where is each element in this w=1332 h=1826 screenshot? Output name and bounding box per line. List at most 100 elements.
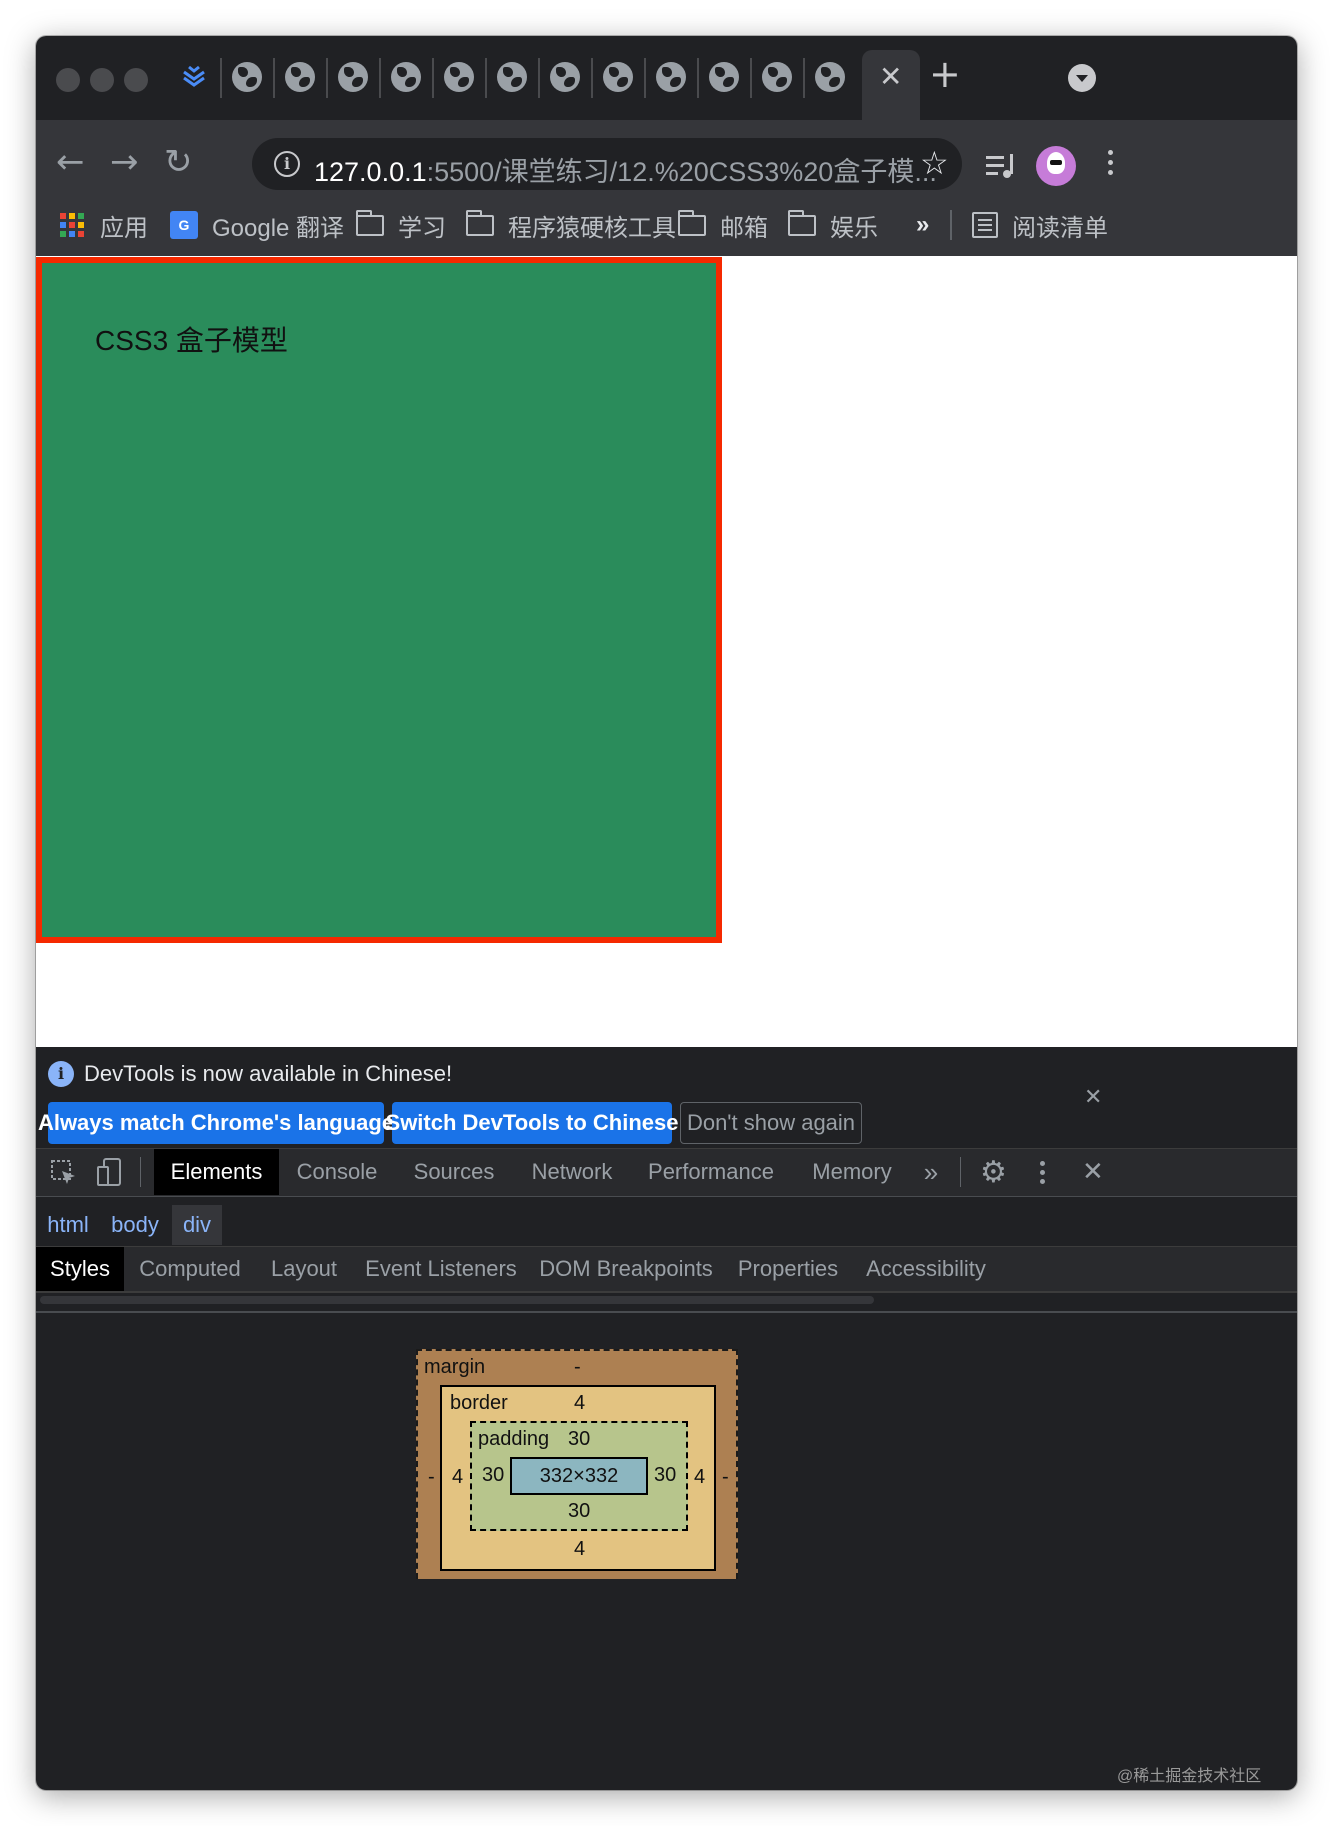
close-devtools-icon[interactable]: ✕ <box>1082 1157 1104 1187</box>
bookmark-label: 学习 <box>398 214 446 242</box>
tab-separator <box>379 58 381 98</box>
bookmark-folder-mail[interactable]: 邮箱 <box>678 208 768 242</box>
globe-icon[interactable] <box>285 62 315 92</box>
globe-icon[interactable] <box>497 62 527 92</box>
new-tab-icon[interactable]: + <box>929 52 961 96</box>
tab-dom-breakpoints[interactable]: DOM Breakpoints <box>530 1247 722 1291</box>
padding-right-value[interactable]: 30 <box>654 1463 676 1487</box>
tab-memory[interactable]: Memory <box>793 1149 911 1195</box>
breadcrumb-body[interactable]: body <box>102 1205 168 1245</box>
close-icon[interactable]: ✕ <box>1084 1085 1102 1110</box>
zoom-window-button[interactable] <box>124 68 148 92</box>
bookmarks-overflow-button[interactable]: » <box>916 208 929 242</box>
url-text[interactable]: 127.0.0.1:5500/课堂练习/12.%20CSS3%20盒子模... <box>314 150 937 189</box>
globe-icon[interactable] <box>709 62 739 92</box>
tab-layout[interactable]: Layout <box>256 1247 352 1291</box>
forward-icon[interactable]: → <box>110 142 139 182</box>
tab-separator <box>485 58 487 98</box>
toolbar-divider <box>140 1157 141 1187</box>
box-model-border[interactable]: border 4 4 4 4 padding 30 30 30 30 332×3… <box>440 1385 716 1571</box>
box-model-padding[interactable]: padding 30 30 30 30 332×332 <box>470 1421 688 1531</box>
bookmark-folder-study[interactable]: 学习 <box>356 208 446 242</box>
padding-bottom-value[interactable]: 30 <box>568 1499 590 1523</box>
tab-search-icon[interactable] <box>1068 64 1096 92</box>
infobar-message: DevTools is now available in Chinese! <box>84 1061 453 1086</box>
watermark: @稀土掘金技术社区 <box>1117 1768 1262 1785</box>
bookmark-google-translate[interactable]: G Google 翻译 <box>170 208 344 242</box>
tab-network[interactable]: Network <box>515 1149 629 1195</box>
breadcrumb-div[interactable]: div <box>172 1205 222 1245</box>
tab-separator <box>538 58 540 98</box>
browser-menu-icon[interactable] <box>1108 150 1114 175</box>
padding-top-value[interactable]: 30 <box>568 1427 590 1451</box>
bookmark-label: 程序猿硬核工具 <box>508 214 676 242</box>
tab-separator <box>432 58 434 98</box>
bookmark-folder-tools[interactable]: 程序猿硬核工具 <box>466 208 676 242</box>
tab-elements[interactable]: Elements <box>154 1149 279 1195</box>
tab-performance[interactable]: Performance <box>631 1149 791 1195</box>
language-infobar: i DevTools is now available in Chinese! … <box>36 1047 1297 1149</box>
more-tabs-button[interactable]: » <box>913 1149 949 1195</box>
site-info-icon[interactable]: i <box>274 151 300 177</box>
box-model-margin[interactable]: margin - - - border 4 4 4 4 padding 30 3… <box>416 1349 738 1579</box>
device-toolbar-icon[interactable] <box>96 1157 124 1191</box>
media-control-icon[interactable] <box>986 154 1018 185</box>
border-bottom-value[interactable]: 4 <box>574 1537 585 1561</box>
tab-console[interactable]: Console <box>281 1149 393 1195</box>
globe-icon[interactable] <box>603 62 633 92</box>
css3-box-element[interactable]: CSS3 盒子模型 <box>36 257 722 943</box>
globe-icon[interactable] <box>550 62 580 92</box>
margin-top-value[interactable]: - <box>574 1355 581 1379</box>
tab-accessibility[interactable]: Accessibility <box>854 1247 998 1291</box>
globe-icon[interactable] <box>444 62 474 92</box>
globe-icon[interactable] <box>232 62 262 92</box>
horizontal-scrollbar[interactable] <box>36 1293 1297 1313</box>
tab-styles[interactable]: Styles <box>36 1247 124 1291</box>
bookmark-star-icon[interactable]: ☆ <box>920 144 949 182</box>
breadcrumb-html[interactable]: html <box>40 1205 96 1245</box>
close-window-button[interactable] <box>56 68 80 92</box>
globe-icon[interactable] <box>762 62 792 92</box>
border-top-value[interactable]: 4 <box>574 1391 585 1415</box>
tab-sources[interactable]: Sources <box>395 1149 513 1195</box>
tab-strip: ✕ + <box>36 36 1297 120</box>
tab-properties[interactable]: Properties <box>726 1247 850 1291</box>
bookmark-folder-entertainment[interactable]: 娱乐 <box>788 208 878 242</box>
border-left-value[interactable]: 4 <box>452 1465 463 1489</box>
switch-to-chinese-button[interactable]: Switch DevTools to Chinese <box>386 1102 679 1144</box>
globe-icon[interactable] <box>338 62 368 92</box>
gear-icon[interactable]: ⚙ <box>980 1155 1007 1190</box>
always-match-language-button[interactable]: Always match Chrome's language <box>38 1102 394 1144</box>
bookmark-apps[interactable]: 应用 <box>60 208 148 242</box>
address-bar[interactable]: i 127.0.0.1:5500/课堂练习/12.%20CSS3%20盒子模..… <box>252 138 962 190</box>
dont-show-again-button[interactable]: Don't show again <box>680 1102 862 1144</box>
reading-list-button[interactable]: 阅读清单 <box>972 208 1108 242</box>
inspect-element-icon[interactable] <box>50 1159 78 1191</box>
border-label: border <box>450 1392 508 1414</box>
bookmark-label: 邮箱 <box>720 214 768 242</box>
content-size-value[interactable]: 332×332 <box>540 1465 618 1488</box>
back-icon[interactable]: ← <box>56 142 85 182</box>
margin-right-value[interactable]: - <box>722 1465 729 1489</box>
layers-icon[interactable] <box>179 62 209 92</box>
globe-icon[interactable] <box>815 62 845 92</box>
url-host: 127.0.0.1 <box>314 157 427 187</box>
reload-icon[interactable]: ↻ <box>164 142 193 182</box>
padding-left-value[interactable]: 30 <box>482 1463 504 1487</box>
box-model-content[interactable]: 332×332 <box>510 1457 648 1495</box>
minimize-window-button[interactable] <box>90 68 114 92</box>
close-tab-icon[interactable]: ✕ <box>879 60 902 93</box>
tab-computed[interactable]: Computed <box>128 1247 252 1291</box>
tab-event-listeners[interactable]: Event Listeners <box>356 1247 526 1291</box>
border-right-value[interactable]: 4 <box>694 1465 705 1489</box>
globe-icon[interactable] <box>391 62 421 92</box>
scrollbar-thumb[interactable] <box>40 1296 874 1304</box>
browser-window: ✕ + ← → ↻ i 127.0.0.1:5500/课堂练习/12.%20CS… <box>36 36 1297 1790</box>
devtools-menu-icon[interactable] <box>1040 1161 1045 1184</box>
bookmarks-bar: 应用 G Google 翻译 学习 程序猿硬核工具 邮箱 娱乐 » 阅读清单 <box>36 196 1297 252</box>
folder-icon <box>678 209 706 236</box>
globe-icon[interactable] <box>656 62 686 92</box>
bookmark-label: 应用 <box>100 214 148 242</box>
profile-avatar[interactable] <box>1036 146 1076 186</box>
margin-left-value[interactable]: - <box>428 1465 435 1489</box>
